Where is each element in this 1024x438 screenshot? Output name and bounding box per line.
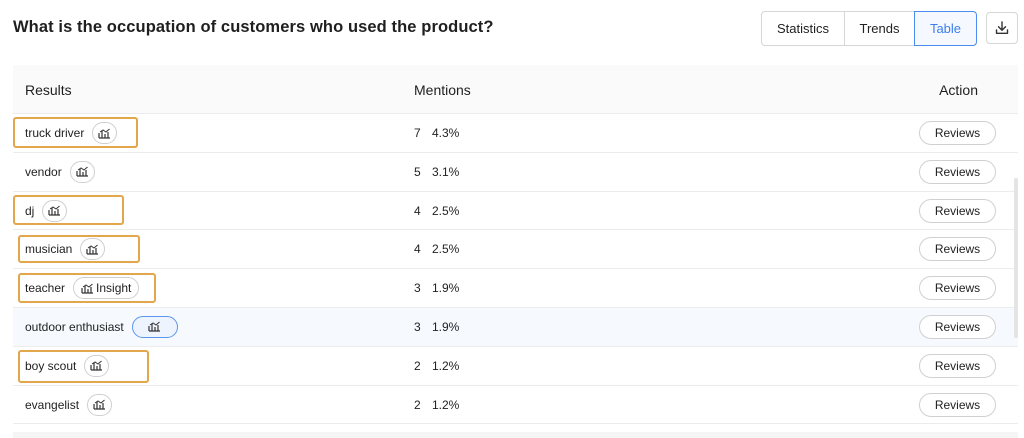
mention-percent: 2.5% — [432, 242, 460, 257]
reviews-button[interactable]: Reviews — [919, 121, 996, 145]
trend-chart-icon — [90, 360, 103, 371]
table-row: truck driver 7 4.3% Reviews — [13, 114, 1018, 153]
trend-chart-icon — [81, 283, 94, 294]
tab-statistics[interactable]: Statistics — [761, 11, 845, 46]
column-header-mentions: Mentions — [414, 82, 471, 98]
trend-chart-icon — [48, 205, 61, 216]
table-row: teacher Insight 3 1.9% Reviews — [13, 269, 1018, 308]
header: What is the occupation of customers who … — [0, 0, 1024, 58]
mention-percent: 4.3% — [432, 126, 460, 140]
trend-chart-icon — [93, 399, 106, 410]
tab-table[interactable]: Table — [914, 11, 977, 46]
trend-chip-active[interactable] — [131, 315, 178, 338]
page-title: What is the occupation of customers who … — [13, 18, 494, 36]
scrollbar[interactable] — [1014, 178, 1018, 338]
view-tabs: Statistics Trends Table — [761, 11, 977, 46]
mention-count: 4 — [414, 242, 421, 257]
download-icon — [995, 21, 1009, 34]
table-row: boy scout 2 1.2% Reviews — [13, 346, 1018, 386]
trend-chip[interactable] — [42, 199, 68, 222]
trend-chip[interactable] — [87, 393, 113, 416]
mention-count: 3 — [414, 281, 421, 296]
trend-chip[interactable] — [92, 122, 118, 144]
mention-percent: 1.2% — [432, 397, 460, 412]
reviews-button[interactable]: Reviews — [919, 353, 996, 378]
result-label: truck driver — [25, 126, 85, 140]
download-button[interactable] — [986, 12, 1018, 44]
mention-percent: 1.9% — [432, 319, 460, 334]
tab-trends[interactable]: Trends — [844, 11, 915, 46]
trend-chip[interactable] — [84, 354, 110, 377]
trend-chip[interactable] — [69, 160, 95, 183]
mention-percent: 3.1% — [432, 164, 460, 179]
mention-count: 2 — [414, 358, 421, 373]
result-label: outdoor enthusiast — [25, 319, 124, 334]
result-label: dj — [25, 203, 35, 218]
insight-chip[interactable]: Insight — [73, 277, 140, 300]
reviews-button[interactable]: Reviews — [919, 314, 996, 339]
table-header: Results Mentions Action — [13, 65, 1018, 114]
mention-count: 5 — [414, 164, 421, 179]
result-label: boy scout — [25, 358, 77, 373]
trend-chart-icon — [98, 128, 111, 139]
table-row: outdoor enthusiast 3 1.9% Reviews — [13, 307, 1018, 347]
mention-count: 3 — [414, 319, 421, 334]
column-header-results: Results — [25, 82, 72, 98]
trend-chart-icon — [76, 166, 88, 177]
mention-count: 4 — [414, 203, 421, 218]
reviews-button[interactable]: Reviews — [919, 276, 996, 301]
table-row: dj 4 2.5% Reviews — [13, 191, 1018, 231]
mention-percent: 1.2% — [432, 358, 460, 373]
insight-label: Insight — [96, 281, 132, 296]
result-label: musician — [25, 242, 73, 257]
table-row: vendor 5 3.1% Reviews — [13, 152, 1018, 192]
result-label: vendor — [25, 164, 62, 179]
result-label: evangelist — [25, 397, 80, 412]
mention-percent: 2.5% — [432, 203, 460, 218]
reviews-button[interactable]: Reviews — [919, 198, 996, 223]
reviews-button[interactable]: Reviews — [919, 392, 996, 417]
mention-percent: 1.9% — [432, 281, 460, 296]
table-row: musician 4 2.5% Reviews — [13, 230, 1018, 270]
mention-count: 7 — [414, 126, 421, 140]
trend-chip[interactable] — [80, 238, 106, 261]
mention-count: 2 — [414, 397, 421, 412]
table-footer — [13, 432, 1018, 438]
trend-chart-icon — [86, 244, 99, 255]
table-row: evangelist 2 1.2% Reviews — [13, 385, 1018, 425]
result-label: teacher — [25, 281, 66, 296]
results-table: Results Mentions Action truck driver 7 4… — [13, 65, 1018, 425]
reviews-button[interactable]: Reviews — [919, 159, 996, 184]
column-header-action: Action — [939, 82, 978, 98]
reviews-button[interactable]: Reviews — [919, 237, 996, 262]
trend-chart-icon — [148, 322, 161, 333]
